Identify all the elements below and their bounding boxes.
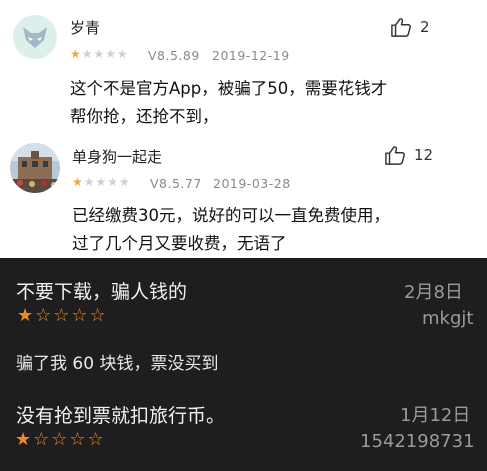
review-username[interactable]: 岁青 (70, 17, 100, 38)
app-version: V8.5.89 (148, 48, 200, 63)
building-photo-avatar-icon (10, 143, 60, 193)
star-rating: ★☆☆☆☆ (17, 305, 108, 326)
review-date: 2019-12-19 (212, 48, 290, 63)
star-rating: ★★★★★ (72, 175, 131, 189)
review-title: 不要下载，骗人钱的 (16, 281, 188, 303)
star-icon: ★ (70, 47, 82, 61)
review-body-line: 已经缴费30元，说好的可以一直免费使用， (72, 206, 390, 225)
fox-avatar-icon (13, 15, 57, 59)
thumbs-up-icon (391, 18, 411, 37)
star-rating: ★★★★★ (70, 47, 129, 61)
review-body-line: 这个不是官方App，被骗了50，需要花钱才 (70, 79, 388, 98)
thumbs-up-icon (385, 146, 405, 165)
like-button[interactable]: 2 (390, 17, 430, 37)
review-author[interactable]: mkgjt (422, 308, 473, 329)
like-count: 12 (414, 146, 434, 164)
avatar[interactable] (10, 143, 60, 193)
star-icon: ☆☆☆☆ (33, 429, 106, 450)
like-button[interactable]: 12 (384, 145, 433, 165)
star-icon: ☆☆☆☆ (35, 305, 108, 326)
star-rating: ★☆☆☆☆ (15, 429, 106, 450)
review-body: 骗了我 60 块钱，票没买到 (16, 354, 219, 374)
avatar[interactable] (13, 15, 57, 59)
star-icon: ★ (17, 305, 36, 326)
like-count: 2 (420, 18, 430, 36)
star-icon: ★ (72, 175, 84, 189)
star-icon: ★★★★ (81, 47, 129, 61)
review-date: 2019-03-28 (213, 176, 291, 191)
review-title: 没有抢到票就扣旅行币。 (16, 405, 226, 427)
review-body-line: 过了几个月又要收费，无语了 (72, 234, 287, 253)
review-body-line: 帮你抢，还抢不到， (70, 107, 219, 126)
app-version: V8.5.77 (150, 176, 202, 191)
review-author[interactable]: 1542198731 (360, 431, 475, 452)
review-username[interactable]: 单身狗一起走 (72, 146, 162, 167)
review-date: 2月8日 (404, 282, 463, 303)
review-date: 1月12日 (400, 405, 471, 426)
star-icon: ★★★★ (83, 175, 131, 189)
star-icon: ★ (15, 429, 34, 450)
